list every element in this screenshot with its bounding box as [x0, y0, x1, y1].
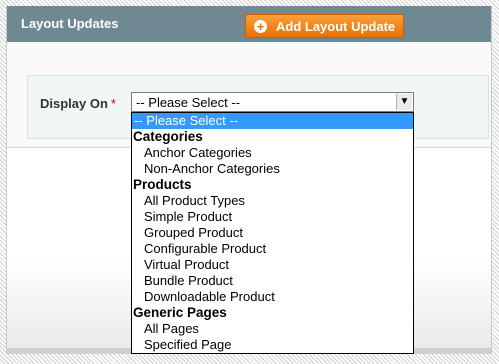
- display-on-label: Display On *: [40, 96, 116, 111]
- option-downloadable-product[interactable]: Downloadable Product: [132, 289, 413, 305]
- option-all-product-types[interactable]: All Product Types: [132, 193, 413, 209]
- option-all-pages[interactable]: All Pages: [132, 321, 413, 337]
- option-simple-product[interactable]: Simple Product: [132, 209, 413, 225]
- add-layout-update-label: Add Layout Update: [276, 18, 396, 34]
- option-specified-page[interactable]: Specified Page: [132, 337, 413, 353]
- plus-circle-icon: +: [254, 19, 267, 33]
- display-on-dropdown-list: -- Please Select -- Categories Anchor Ca…: [131, 112, 414, 354]
- display-on-select[interactable]: -- Please Select -- ▼: [131, 92, 414, 112]
- option-grouped-product[interactable]: Grouped Product: [132, 225, 413, 241]
- option-anchor-categories[interactable]: Anchor Categories: [132, 145, 413, 161]
- optgroup-products: Products: [133, 177, 192, 192]
- add-layout-update-button[interactable]: + Add Layout Update: [245, 14, 404, 38]
- panel-header: Layout Updates + Add Layout Update: [7, 6, 491, 43]
- chevron-down-icon[interactable]: ▼: [396, 94, 412, 110]
- display-on-label-text: Display On: [40, 96, 108, 111]
- option-configurable-product[interactable]: Configurable Product: [132, 241, 413, 257]
- option-virtual-product[interactable]: Virtual Product: [132, 257, 413, 273]
- option-please-select[interactable]: -- Please Select --: [132, 113, 413, 129]
- panel-title: Layout Updates: [21, 16, 119, 31]
- layout-updates-panel: Layout Updates + Add Layout Update Displ…: [6, 6, 492, 354]
- option-non-anchor-categories[interactable]: Non-Anchor Categories: [132, 161, 413, 177]
- required-marker: *: [110, 96, 116, 111]
- option-bundle-product[interactable]: Bundle Product: [132, 273, 413, 289]
- optgroup-categories: Categories: [133, 129, 203, 144]
- display-on-selected-value: -- Please Select --: [136, 95, 241, 110]
- optgroup-generic-pages: Generic Pages: [133, 305, 227, 320]
